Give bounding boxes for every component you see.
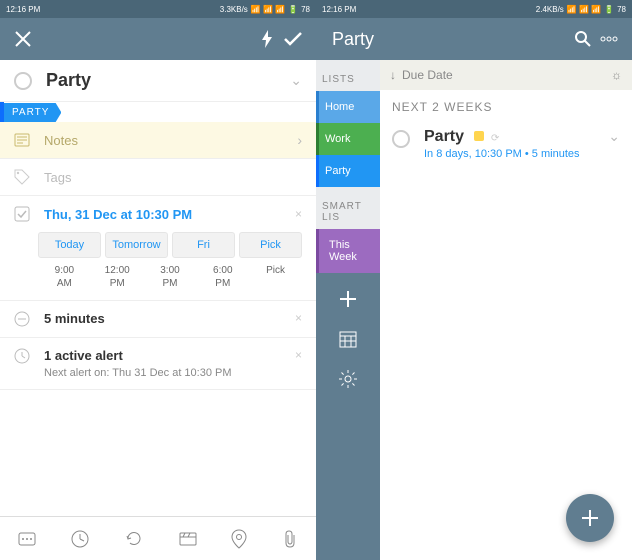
chevron-down-icon[interactable]: ⌄ — [290, 72, 302, 89]
add-task-fab[interactable] — [566, 494, 614, 542]
quick-date-buttons: Today Tomorrow Fri Pick — [38, 232, 302, 258]
quick-time-row: 9:00 AM 12:00 PM 3:00 PM 6:00 PM Pick — [38, 264, 302, 290]
clear-date-icon[interactable]: × — [295, 207, 302, 221]
tags-label: Tags — [44, 170, 71, 185]
tags-row[interactable]: Tags — [0, 159, 316, 196]
task-subtitle: In 8 days, 10:30 PM • 5 minutes — [424, 148, 608, 160]
sidebar: LISTS Home Work Party SMART LIS This Wee… — [316, 60, 380, 560]
quick-today-button[interactable]: Today — [38, 232, 101, 258]
clock-icon[interactable] — [70, 529, 90, 549]
sidebar-smart-label: SMART LIS — [316, 187, 380, 229]
task-checkbox[interactable] — [392, 130, 410, 148]
status-time: 12:16 PM — [6, 5, 40, 14]
edit-task-screen: 12:16 PM 3.3KB/s 📶 📶 📶 🔋 78 Party — [0, 0, 316, 560]
repeat-badge-icon: ⟳ — [491, 133, 499, 144]
quick-pick-button[interactable]: Pick — [239, 232, 302, 258]
duration-row[interactable]: 5 minutes × — [0, 301, 316, 338]
quick-fri-button[interactable]: Fri — [172, 232, 235, 258]
bolt-icon[interactable] — [254, 26, 280, 52]
notes-label: Notes — [44, 133, 297, 148]
location-icon[interactable] — [231, 529, 247, 549]
sidebar-item-party[interactable]: Party — [316, 155, 380, 187]
alert-icon — [14, 348, 34, 364]
clear-duration-icon[interactable]: × — [295, 311, 302, 325]
time-3pm[interactable]: 3:00 PM — [144, 264, 197, 290]
clear-alert-icon[interactable]: × — [295, 348, 302, 362]
close-icon[interactable] — [10, 26, 36, 52]
list-tab-party[interactable]: PARTY — [4, 103, 61, 122]
sort-row[interactable]: ↓ Due Date ☼ — [380, 60, 632, 90]
task-title[interactable]: Party — [46, 70, 290, 91]
time-pick[interactable]: Pick — [249, 264, 302, 290]
bottom-toolbar — [0, 516, 316, 560]
chevron-right-icon: › — [297, 132, 302, 148]
alert-subtitle: Next alert on: Thu 31 Dec at 10:30 PM — [44, 367, 295, 379]
sidebar-item-thisweek[interactable]: This Week — [316, 229, 380, 273]
edit-header — [0, 18, 316, 60]
duration-icon — [14, 311, 34, 327]
more-menu-icon[interactable] — [596, 26, 622, 52]
list-tab-row: PARTY — [0, 102, 316, 122]
sidebar-lists-label: LISTS — [316, 60, 380, 91]
settings-icon[interactable] — [338, 369, 358, 389]
quick-tomorrow-button[interactable]: Tomorrow — [105, 232, 168, 258]
add-list-icon[interactable] — [338, 289, 358, 309]
sort-arrow-icon: ↓ — [390, 68, 396, 82]
time-9am[interactable]: 9:00 AM — [38, 264, 91, 290]
notes-row[interactable]: Notes › — [0, 122, 316, 159]
complete-checkbox[interactable] — [14, 72, 32, 90]
duration-value: 5 minutes — [44, 311, 295, 326]
sidebar-actions — [316, 273, 380, 560]
list-header: Party — [316, 18, 632, 60]
repeat-icon[interactable] — [124, 529, 144, 549]
alert-row[interactable]: 1 active alert Next alert on: Thu 31 Dec… — [0, 338, 316, 390]
sidebar-item-work[interactable]: Work — [316, 123, 380, 155]
task-badge — [474, 131, 484, 141]
task-name: Party — [424, 128, 464, 145]
time-12pm[interactable]: 12:00 PM — [91, 264, 144, 290]
date-check-icon — [14, 206, 34, 222]
action-icon[interactable] — [178, 529, 198, 549]
list-view-screen: 12:16 PM 2.4KB/s 📶 📶 📶 🔋 78 Party LISTS … — [316, 0, 632, 560]
status-indicators: 2.4KB/s 📶 📶 📶 🔋 78 — [536, 5, 626, 14]
time-6pm[interactable]: 6:00 PM — [196, 264, 249, 290]
status-indicators: 3.3KB/s 📶 📶 📶 🔋 78 — [220, 5, 310, 14]
search-icon[interactable] — [570, 26, 596, 52]
confirm-icon[interactable] — [280, 26, 306, 52]
status-time: 12:16 PM — [322, 5, 356, 14]
status-bar: 12:16 PM 2.4KB/s 📶 📶 📶 🔋 78 — [316, 0, 632, 18]
alert-title: 1 active alert — [44, 348, 295, 363]
tag-icon — [14, 169, 34, 185]
sidebar-item-home[interactable]: Home — [316, 91, 380, 123]
sort-label: Due Date — [402, 68, 611, 82]
sun-icon[interactable]: ☼ — [611, 68, 622, 82]
notes-icon — [14, 133, 34, 147]
task-title-row[interactable]: Party ⌄ — [0, 60, 316, 102]
datetime-block: Thu, 31 Dec at 10:30 PM × Today Tomorrow… — [0, 196, 316, 301]
task-row[interactable]: Party ⟳ In 8 days, 10:30 PM • 5 minutes … — [380, 120, 632, 168]
due-datetime[interactable]: Thu, 31 Dec at 10:30 PM — [44, 207, 295, 222]
more-icon[interactable] — [17, 529, 37, 549]
status-bar: 12:16 PM 3.3KB/s 📶 📶 📶 🔋 78 — [0, 0, 316, 18]
section-header: NEXT 2 WEEKS — [380, 90, 632, 120]
header-title: Party — [326, 29, 570, 50]
calendar-icon[interactable] — [338, 329, 358, 349]
attachment-icon[interactable] — [281, 529, 299, 549]
task-list-panel: ↓ Due Date ☼ NEXT 2 WEEKS Party ⟳ In 8 d… — [380, 60, 632, 560]
chevron-down-icon[interactable]: ⌄ — [608, 128, 620, 145]
